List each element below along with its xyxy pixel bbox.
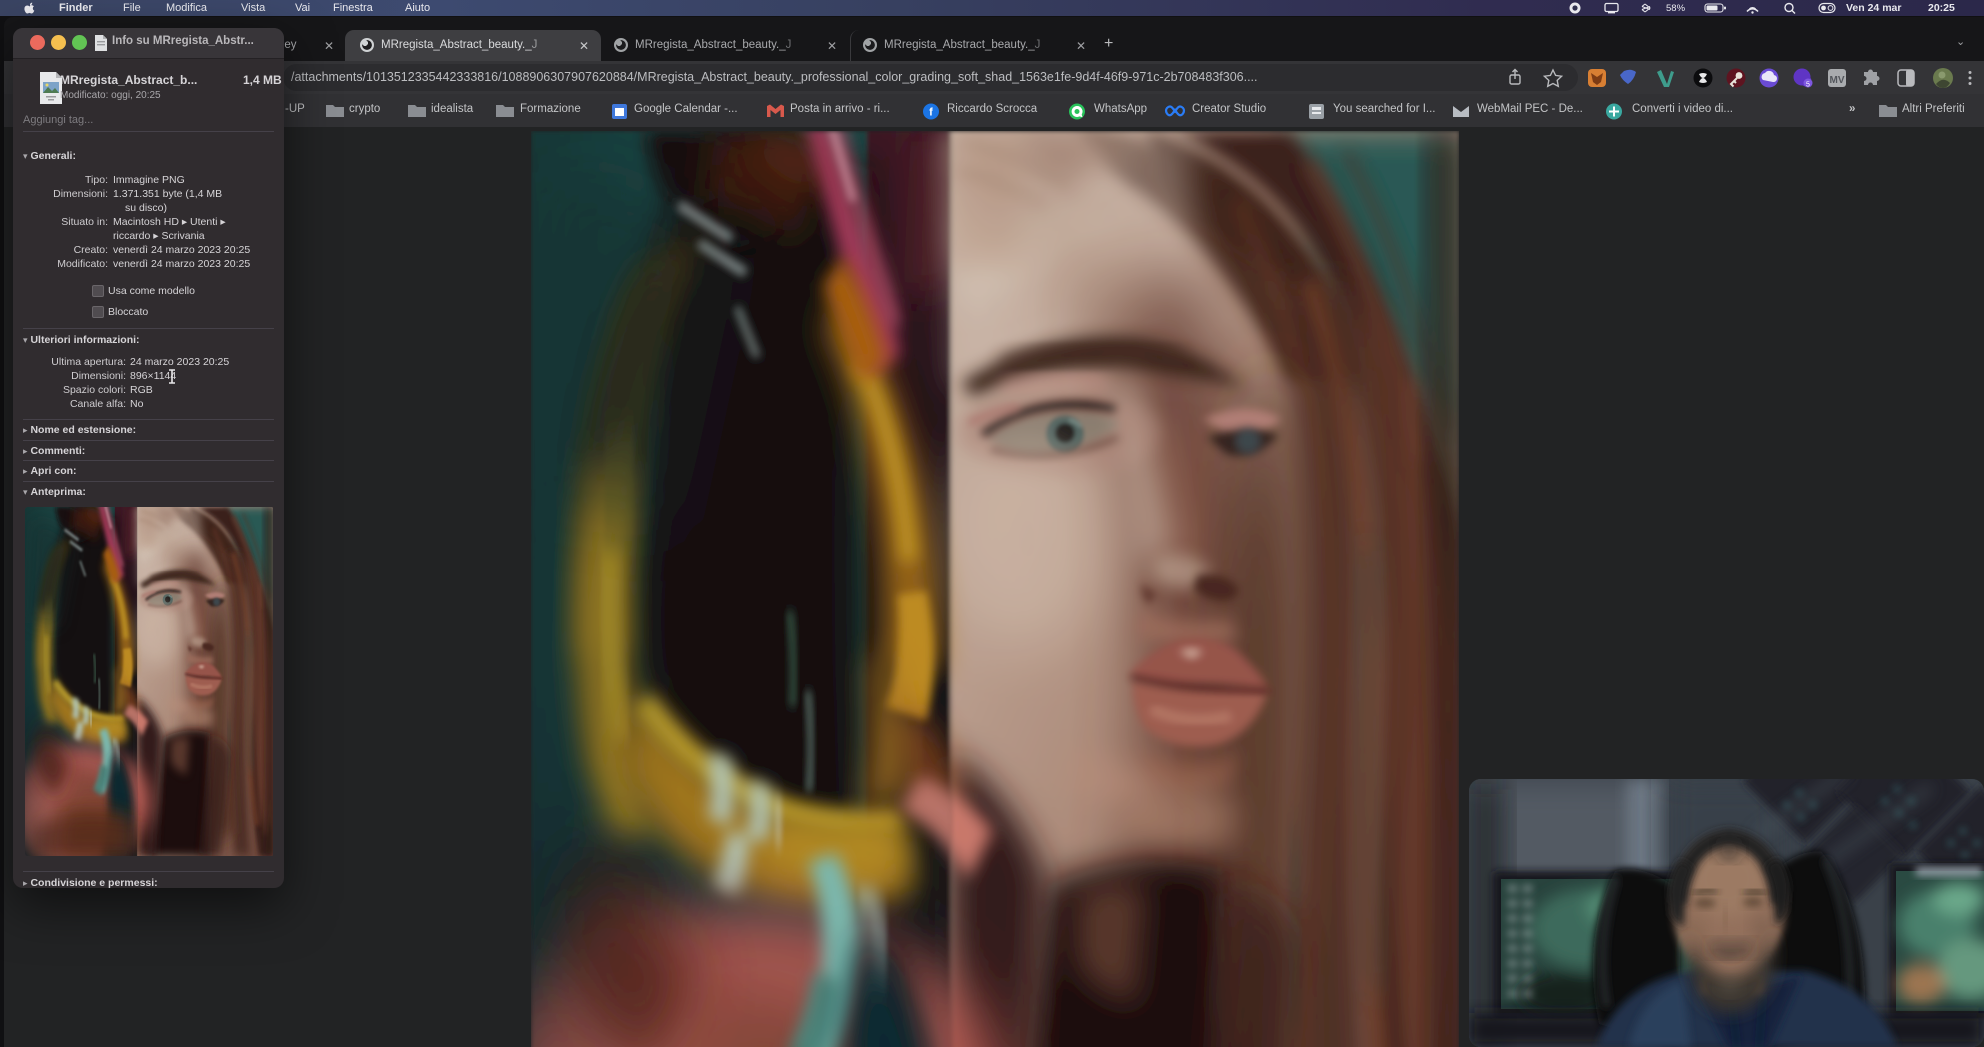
svg-text:MV: MV (1830, 75, 1845, 86)
svg-text:5: 5 (1806, 82, 1810, 89)
svg-text:f: f (929, 107, 933, 119)
